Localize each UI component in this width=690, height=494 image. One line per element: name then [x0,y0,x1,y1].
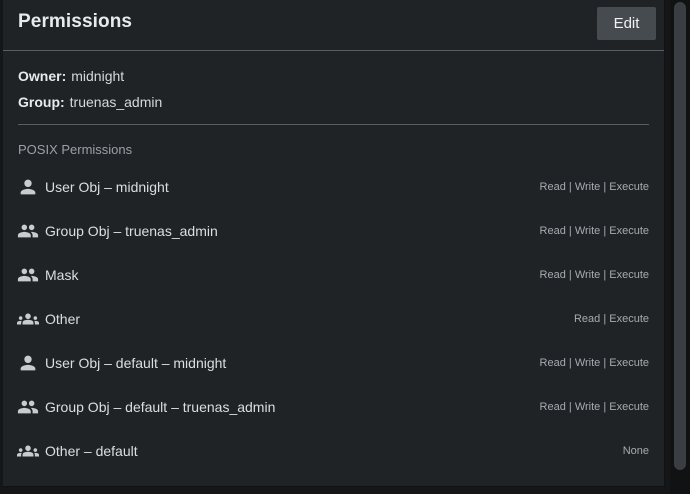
permission-value: Read | Write | Execute [539,357,649,369]
permission-row-mask[interactable]: Mask Read | Write | Execute [3,254,664,298]
group-icon [17,220,39,242]
permission-label: User Obj – midnight [45,179,169,195]
groups-icon [17,308,39,330]
permission-value: None [622,445,649,457]
group-row: Group: truenas_admin [18,94,162,110]
page-title: Permissions [18,11,133,32]
owner-label: Owner: [18,68,67,84]
permission-label: Group Obj – default – truenas_admin [45,399,276,415]
permission-value: Read | Write | Execute [539,401,649,413]
person-icon [17,176,39,198]
permission-value: Read | Execute [573,313,649,325]
permission-label: Other – default [45,443,138,459]
scrollbar-thumb[interactable] [674,2,686,470]
permission-label: User Obj – default – midnight [45,355,227,371]
owner-row: Owner: midnight [18,68,124,84]
permission-value: Read | Write | Execute [539,181,649,193]
divider [18,124,649,125]
permission-row-user-obj-default[interactable]: User Obj – default – midnight Read | Wri… [3,342,664,386]
permission-row-group-obj-default[interactable]: Group Obj – default – truenas_admin Read… [3,386,664,430]
posix-section-title: POSIX Permissions [18,142,133,157]
permission-value: Read | Write | Execute [539,269,649,281]
permission-label: Other [45,311,81,327]
person-icon [17,352,39,374]
group-icon [17,396,39,418]
permissions-card: Permissions Edit Owner: midnight Group: tr… [3,0,665,487]
groups-icon [17,440,39,462]
permission-value: Read | Write | Execute [539,225,649,237]
permission-row-other[interactable]: Other Read | Execute [3,298,664,342]
permission-label: Mask [45,267,79,283]
card-header: Permissions Edit [3,0,664,51]
permission-row-other-default[interactable]: Other – default None [3,430,664,474]
group-label: Group: [18,94,65,110]
group-icon [17,264,39,286]
permission-row-group-obj[interactable]: Group Obj – truenas_admin Read | Write |… [3,210,664,254]
permission-row-user-obj[interactable]: User Obj – midnight Read | Write | Execu… [3,166,664,210]
owner-value: midnight [71,68,125,84]
permission-label: Group Obj – truenas_admin [45,223,218,239]
edit-button[interactable]: Edit [597,7,656,40]
group-value: truenas_admin [69,94,163,110]
